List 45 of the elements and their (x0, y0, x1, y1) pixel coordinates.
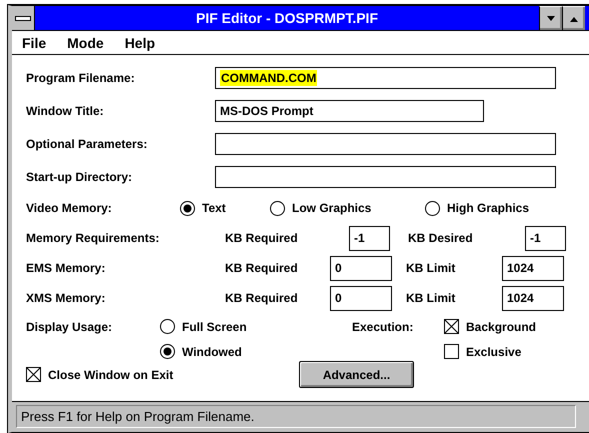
radio-button[interactable]: Windowed (160, 344, 352, 359)
menu-item[interactable]: Help (124, 34, 156, 50)
field-label: EMS Memory: (26, 261, 106, 275)
field-label: KB Desired (408, 231, 474, 245)
radio-button[interactable]: Full Screen (160, 319, 352, 334)
down-triangle-icon (546, 16, 556, 22)
radio-button[interactable]: Low Graphics (270, 200, 425, 216)
text-field[interactable]: MS-DOS Prompt (215, 100, 484, 122)
status-bar: Press F1 for Help on Program Filename. (16, 405, 576, 428)
number-field[interactable]: 1024 (502, 286, 564, 310)
field-label: Display Usage: (26, 319, 114, 336)
text-field[interactable] (215, 132, 556, 154)
radio-button[interactable]: High Graphics (425, 200, 530, 216)
radio-button[interactable]: Text (180, 200, 270, 216)
field-label: XMS Memory: (26, 291, 106, 305)
system-menu-button[interactable] (12, 6, 35, 30)
field-label: KB Limit (406, 291, 456, 305)
field-label: Window Title: (26, 104, 105, 118)
number-field[interactable]: -1 (349, 226, 390, 250)
minimize-button[interactable] (539, 6, 562, 30)
number-field[interactable]: 0 (330, 256, 392, 280)
field-label: Start-up Directory: (26, 170, 134, 184)
window-title: PIF Editor - DOSPRMPT.PIF (194, 9, 379, 28)
number-field[interactable]: -1 (525, 226, 566, 250)
number-field[interactable]: 0 (330, 286, 392, 310)
field-label: Memory Requirements: (26, 231, 160, 245)
up-triangle-icon (569, 16, 579, 22)
field-label: KB Required (225, 231, 299, 245)
number-field[interactable]: 1024 (502, 256, 564, 280)
field-label: Video Memory: (26, 201, 113, 215)
field-label: Optional Parameters: (26, 136, 148, 150)
maximize-button[interactable] (562, 6, 585, 30)
field-label: KB Required (225, 261, 299, 275)
field-label: KB Required (225, 291, 299, 305)
field-label: Program Filename: (26, 70, 136, 84)
menu-item[interactable]: File (22, 34, 46, 50)
checkbox[interactable]: Exclusive (444, 344, 589, 359)
field-label: KB Limit (406, 261, 456, 275)
checkbox[interactable]: Close Window on Exit (26, 367, 299, 382)
checkbox[interactable]: Background (444, 319, 589, 334)
field-label: Execution: (352, 319, 414, 336)
advanced-button[interactable]: Advanced... (299, 361, 414, 388)
text-field[interactable] (215, 166, 556, 188)
text-field[interactable]: COMMAND.COM (215, 66, 556, 88)
menu-item[interactable]: Mode (67, 34, 104, 50)
